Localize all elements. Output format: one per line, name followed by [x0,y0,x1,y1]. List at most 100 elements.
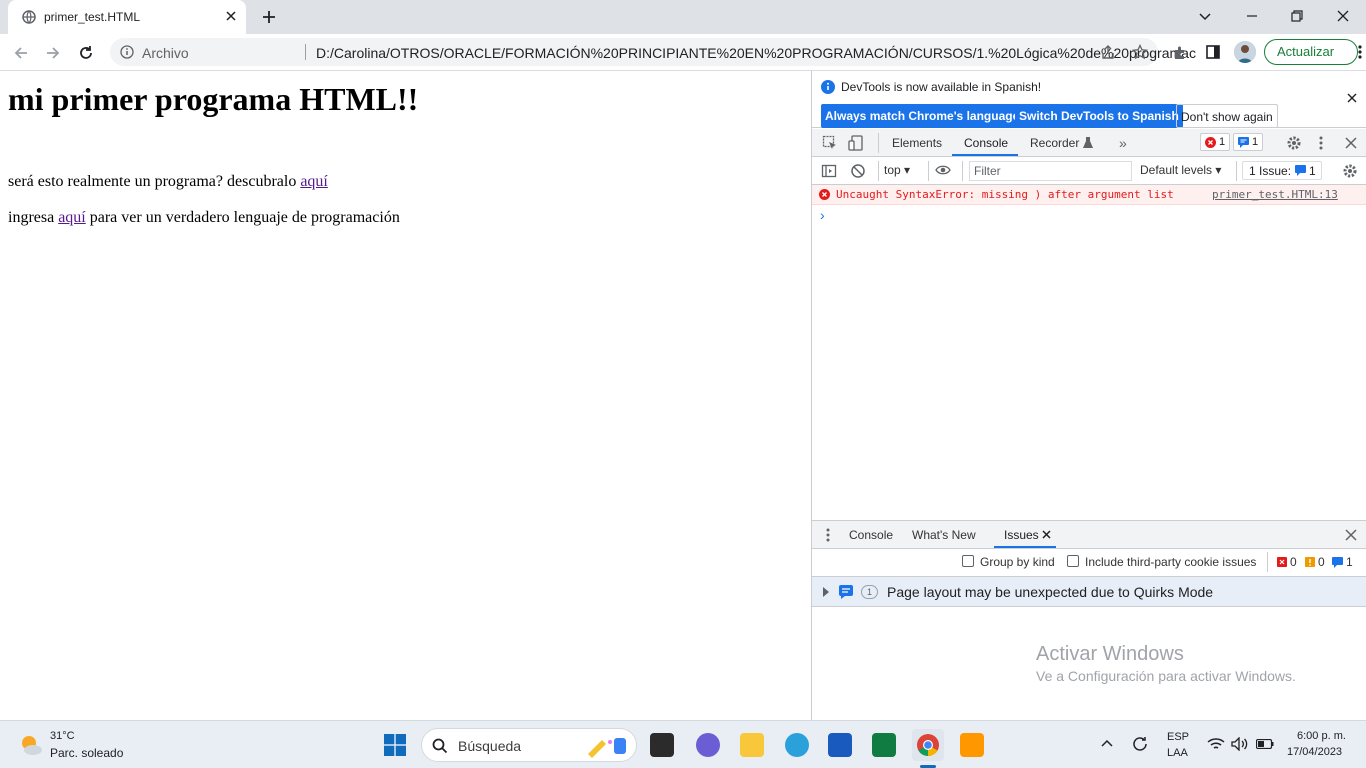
toolbar-divider [1236,161,1237,181]
issues-warning-count: 0 [1318,555,1325,569]
profile-avatar[interactable] [1234,41,1256,63]
error-count: 1 [1219,136,1226,148]
expand-triangle-icon[interactable] [822,587,830,597]
third-party-cookie-checkbox[interactable] [1067,555,1079,567]
always-match-language-button[interactable]: Always match Chrome's language [821,104,1024,128]
console-settings-icon[interactable] [1342,163,1358,179]
clock-time[interactable]: 6:00 p. m. [1297,730,1346,742]
sync-icon[interactable] [1131,735,1149,753]
wifi-icon[interactable] [1207,737,1225,751]
customize-menu-icon[interactable] [1319,135,1323,151]
group-by-kind-label: Group by kind [980,555,1055,569]
paragraph-2-suffix: para ver un verdadero lenguaje de progra… [85,209,400,226]
close-notice-icon[interactable] [1347,93,1357,103]
sublime-text-icon[interactable] [960,733,984,757]
issues-badge[interactable]: 1 Issue: 1 [1242,161,1322,180]
options-divider [1267,552,1268,572]
active-drawer-tab-indicator [994,546,1056,548]
teams-chat-icon[interactable] [696,733,720,757]
tab-console[interactable]: Console [964,136,1008,150]
clock-date[interactable]: 17/04/2023 [1287,746,1342,758]
back-icon[interactable] [12,44,30,62]
more-tabs-icon[interactable]: » [1119,135,1127,151]
close-drawer-icon[interactable] [1345,529,1357,541]
bookmark-star-icon[interactable] [1132,44,1148,60]
telegram-icon[interactable] [785,733,809,757]
extensions-icon[interactable] [1172,44,1188,60]
new-tab-icon[interactable] [260,8,278,26]
switch-to-spanish-button[interactable]: Switch DevTools to Spanish [1015,104,1183,128]
tab-close-icon[interactable] [224,9,238,23]
devtools-panel: DevTools is now available in Spanish! Al… [811,71,1366,720]
excel-icon[interactable] [872,733,896,757]
show-hidden-icons-chevron-icon[interactable] [1101,738,1113,748]
volume-icon[interactable] [1231,737,1249,751]
minimize-icon[interactable] [1244,8,1260,24]
search-highlight-icon [584,734,632,758]
close-devtools-icon[interactable] [1345,137,1357,149]
update-button[interactable]: Actualizar [1264,39,1358,65]
url-text[interactable]: D:/Carolina/OTROS/ORACLE/FORMACIÓN%20PRI… [316,45,1196,61]
drawer-tab-whats-new[interactable]: What's New [912,528,976,542]
console-error-message: Uncaught SyntaxError: missing ) after ar… [812,185,1366,205]
address-separator [305,44,306,60]
tab-search-chevron-icon[interactable] [1197,8,1213,24]
dont-show-again-button[interactable]: Don't show again [1176,104,1278,128]
activate-windows-watermark: Activar Windows Ve a Configuración para … [1036,643,1296,684]
paragraph-2-prefix: ingresa [8,209,59,226]
info-icon[interactable] [120,45,134,59]
address-bar[interactable]: Archivo D:/Carolina/OTROS/ORACLE/FORMACI… [110,38,1196,66]
word-icon[interactable] [828,733,852,757]
weather-temperature[interactable]: 31°C [50,730,75,742]
weather-description[interactable]: Parc. soleado [50,746,123,760]
issue-row-quirks-mode[interactable]: 1 Page layout may be unexpected due to Q… [812,577,1366,607]
sidebar-toggle-icon[interactable] [821,163,837,179]
file-explorer-icon[interactable] [740,733,764,757]
close-window-icon[interactable] [1335,8,1351,24]
weather-sun-icon[interactable] [18,733,44,757]
group-by-kind-checkbox[interactable] [962,555,974,567]
clear-console-icon[interactable] [850,163,866,179]
link-aqui-1[interactable]: aquí [300,173,328,190]
forward-icon[interactable] [44,44,62,62]
tab-recorder[interactable]: Recorder [1030,136,1079,150]
console-filter-input[interactable]: Filter [969,161,1132,181]
info-circle-icon [821,80,835,94]
share-icon[interactable] [1100,44,1116,60]
drawer-menu-icon[interactable] [826,527,830,543]
search-icon [432,738,448,754]
inspect-element-icon[interactable] [822,135,838,151]
browser-menu-icon[interactable] [1358,44,1362,60]
device-toolbar-icon[interactable] [848,135,864,151]
live-expression-eye-icon[interactable] [935,164,951,176]
drawer-tab-console[interactable]: Console [849,528,893,542]
tab-elements[interactable]: Elements [892,136,942,150]
chrome-icon[interactable] [916,733,940,757]
keyboard-layout[interactable]: LAA [1167,747,1188,759]
settings-gear-icon[interactable] [1286,135,1302,151]
log-levels-dropdown[interactable]: Default levels ▾ [1140,163,1221,177]
tab-title: primer_test.HTML [44,10,141,24]
windows-start-icon[interactable] [384,734,406,756]
context-selector[interactable]: top ▾ [884,163,910,177]
task-view-icon[interactable] [650,733,674,757]
issue-counter[interactable]: 1 [1233,133,1263,151]
battery-icon[interactable] [1256,739,1274,749]
error-text: Uncaught SyntaxError: missing ) after ar… [836,188,1174,201]
taskbar-search[interactable]: Búsqueda [421,728,637,762]
paragraph-1-text: será esto realmente un programa? descubr… [8,173,301,190]
error-source-link[interactable]: primer_test.HTML:13 [1212,188,1338,201]
issues-badge-count: 1 [1309,164,1316,178]
input-language[interactable]: ESP [1167,731,1189,743]
error-counter[interactable]: 1 [1200,133,1230,151]
browser-tab[interactable]: primer_test.HTML [8,0,246,34]
page-heading: mi primer programa HTML!! [8,81,419,117]
link-aqui-2[interactable]: aquí [58,209,86,226]
close-issues-tab-icon[interactable] [1042,530,1051,539]
side-panel-icon[interactable] [1205,44,1221,60]
reload-icon[interactable] [77,44,95,62]
drawer-tab-issues[interactable]: Issues [1004,528,1039,542]
notice-message: DevTools is now available in Spanish! [841,80,1042,94]
console-prompt-chevron-icon[interactable]: › [820,207,825,223]
restore-icon[interactable] [1289,8,1305,24]
